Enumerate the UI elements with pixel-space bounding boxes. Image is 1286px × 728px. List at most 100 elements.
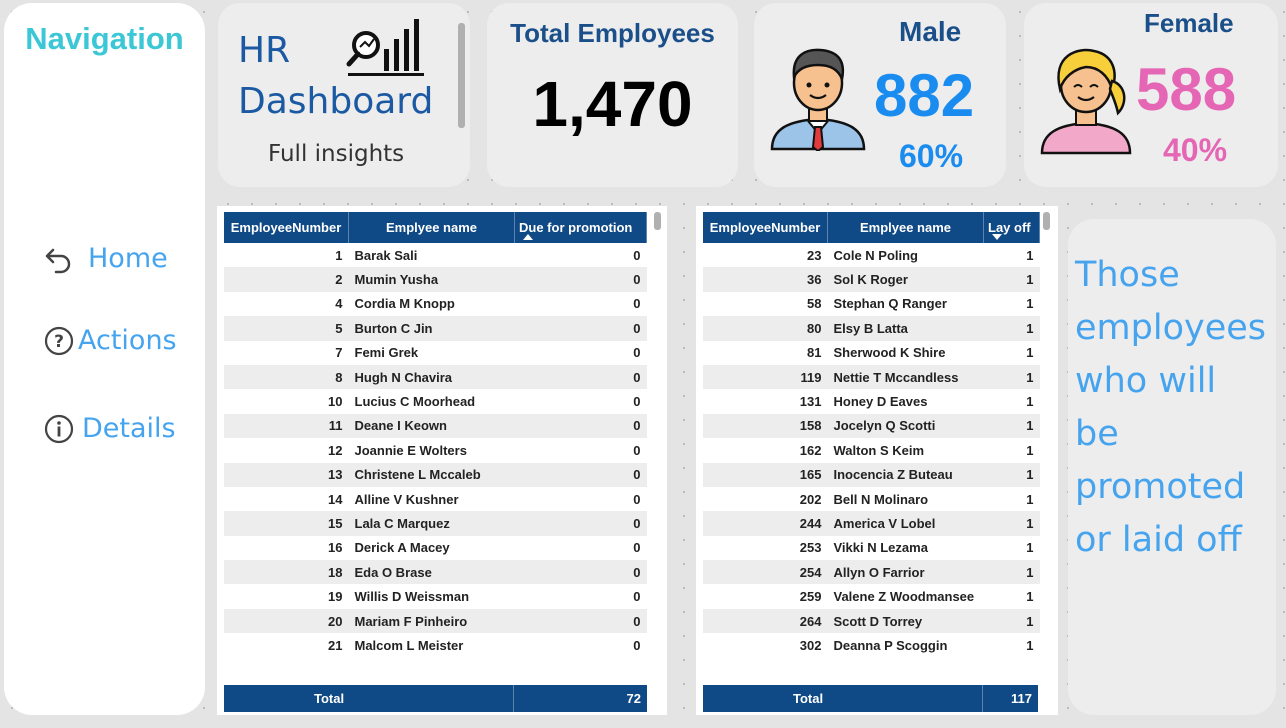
table-row[interactable]: 7 Femi Grek 0: [224, 340, 647, 365]
value-cell: 0: [514, 267, 647, 292]
employee-number-cell: 80: [703, 316, 828, 341]
table-row[interactable]: 12 Joannie E Wolters 0: [224, 438, 647, 463]
table-row[interactable]: 244 America V Lobel 1: [703, 511, 1040, 536]
employee-number-cell: 15: [224, 511, 349, 536]
employee-number-cell: 20: [224, 608, 349, 634]
undo-arrow-icon: [44, 244, 74, 274]
header-title-line1: HR: [238, 30, 291, 71]
table-row[interactable]: 14 Alline V Kushner 0: [224, 486, 647, 512]
col-lay-off[interactable]: Lay off: [983, 212, 1040, 243]
male-card: Male 882 60%: [754, 3, 1006, 187]
table-row[interactable]: 2 Mumin Yusha 0: [224, 267, 647, 292]
sort-ascending-icon: [523, 234, 533, 240]
col-employee-number[interactable]: EmployeeNumber: [703, 212, 828, 243]
table-row[interactable]: 16 Derick A Macey 0: [224, 535, 647, 561]
nav-item-actions[interactable]: ? Actions: [44, 325, 177, 356]
table-row[interactable]: 264 Scott D Torrey 1: [703, 608, 1040, 634]
info-circle-icon: [44, 414, 74, 444]
employee-name-cell: Derick A Macey: [348, 535, 515, 561]
employee-name-cell: Cole N Poling: [827, 243, 984, 268]
table-row[interactable]: 259 Valene Z Woodmansee 1: [703, 584, 1040, 609]
value-cell: 0: [514, 560, 647, 585]
table-row[interactable]: 1 Barak Sali 0: [224, 243, 647, 268]
table-row[interactable]: 254 Allyn O Farrior 1: [703, 560, 1040, 585]
table-row[interactable]: 36 Sol K Roger 1: [703, 267, 1040, 292]
male-count: 882: [874, 62, 975, 129]
nav-item-home[interactable]: Home: [44, 243, 168, 274]
value-cell: 1: [983, 511, 1040, 536]
table-row[interactable]: 23 Cole N Poling 1: [703, 243, 1040, 268]
employee-name-cell: Walton S Keim: [827, 438, 984, 463]
value-cell: 1: [983, 462, 1040, 487]
table-row[interactable]: 81 Sherwood K Shire 1: [703, 340, 1040, 365]
employee-name-cell: Stephan Q Ranger: [827, 291, 984, 317]
employee-number-cell: 5: [224, 316, 349, 341]
table-row[interactable]: 158 Jocelyn Q Scotti 1: [703, 413, 1040, 439]
employee-number-cell: 18: [224, 560, 349, 585]
table-row[interactable]: 18 Eda O Brase 0: [224, 560, 647, 585]
employee-name-cell: Allyn O Farrior: [827, 560, 984, 585]
nav-label-actions: Actions: [78, 325, 177, 356]
employee-name-cell: Mumin Yusha: [348, 267, 515, 292]
table-row[interactable]: 10 Lucius C Moorhead 0: [224, 389, 647, 414]
female-count: 588: [1136, 56, 1237, 123]
table-row[interactable]: 19 Willis D Weissman 0: [224, 584, 647, 609]
employee-name-cell: Bell N Molinaro: [827, 486, 984, 512]
table-row[interactable]: 80 Elsy B Latta 1: [703, 316, 1040, 341]
table-row[interactable]: 253 Vikki N Lezama 1: [703, 535, 1040, 561]
employee-name-cell: Malcom L Meister: [348, 633, 515, 658]
table-row[interactable]: 58 Stephan Q Ranger 1: [703, 291, 1040, 317]
layoff-table-scrollbar[interactable]: [1043, 212, 1050, 230]
promotion-total-value: 72: [626, 691, 641, 706]
male-title: Male: [899, 16, 962, 47]
employee-name-cell: Mariam F Pinheiro: [348, 608, 515, 634]
table-row[interactable]: 162 Walton S Keim 1: [703, 438, 1040, 463]
value-cell: 1: [983, 316, 1040, 341]
employee-name-cell: Eda O Brase: [348, 560, 515, 585]
employee-number-cell: 12: [224, 438, 349, 463]
employee-number-cell: 4: [224, 291, 349, 317]
employee-number-cell: 162: [703, 438, 828, 463]
employee-number-cell: 302: [703, 633, 828, 658]
employee-number-cell: 253: [703, 535, 828, 561]
value-cell: 0: [514, 316, 647, 341]
promotion-table-scrollbar[interactable]: [654, 212, 661, 230]
employee-number-cell: 119: [703, 364, 828, 390]
question-circle-icon: ?: [44, 326, 74, 356]
value-cell: 0: [514, 462, 647, 487]
promotion-table: EmployeeNumber Emplyee name Due for prom…: [224, 212, 647, 658]
col-due-for-promotion[interactable]: Due for promotion: [514, 212, 647, 243]
header-title-line2: Dashboard: [238, 81, 434, 122]
table-row[interactable]: 21 Malcom L Meister 0: [224, 633, 647, 658]
employee-number-cell: 2: [224, 267, 349, 292]
value-cell: 0: [514, 511, 647, 536]
table-row[interactable]: 119 Nettie T Mccandless 1: [703, 364, 1040, 390]
value-cell: 1: [983, 535, 1040, 561]
table-row[interactable]: 5 Burton C Jin 0: [224, 316, 647, 341]
table-row[interactable]: 165 Inocencia Z Buteau 1: [703, 462, 1040, 487]
col-employee-name[interactable]: Emplyee name: [827, 212, 984, 243]
table-row[interactable]: 4 Cordia M Knopp 0: [224, 291, 647, 317]
table-row[interactable]: 8 Hugh N Chavira 0: [224, 364, 647, 390]
employee-number-cell: 158: [703, 413, 828, 439]
col-employee-name[interactable]: Emplyee name: [348, 212, 515, 243]
employee-name-cell: Vikki N Lezama: [827, 535, 984, 561]
employee-number-cell: 13: [224, 462, 349, 487]
table-row[interactable]: 13 Christene L Mccaleb 0: [224, 462, 647, 487]
table-row[interactable]: 202 Bell N Molinaro 1: [703, 486, 1040, 512]
table-row[interactable]: 15 Lala C Marquez 0: [224, 511, 647, 536]
header-card: HR Dashboard Full insights: [218, 3, 470, 187]
value-cell: 0: [514, 608, 647, 634]
table-row[interactable]: 302 Deanna P Scoggin 1: [703, 633, 1040, 658]
employee-number-cell: 16: [224, 535, 349, 561]
table-row[interactable]: 11 Deane I Keown 0: [224, 413, 647, 439]
table-row[interactable]: 131 Honey D Eaves 1: [703, 389, 1040, 414]
table-row[interactable]: 20 Mariam F Pinheiro 0: [224, 608, 647, 634]
header-scrollbar[interactable]: [458, 23, 465, 128]
promotion-total-label: Total: [314, 691, 345, 706]
layoff-total-value: 117: [1011, 691, 1032, 706]
nav-item-details[interactable]: Details: [44, 413, 176, 444]
employee-number-cell: 23: [703, 243, 828, 268]
employee-name-cell: Sol K Roger: [827, 267, 984, 292]
col-employee-number[interactable]: EmployeeNumber: [224, 212, 349, 243]
